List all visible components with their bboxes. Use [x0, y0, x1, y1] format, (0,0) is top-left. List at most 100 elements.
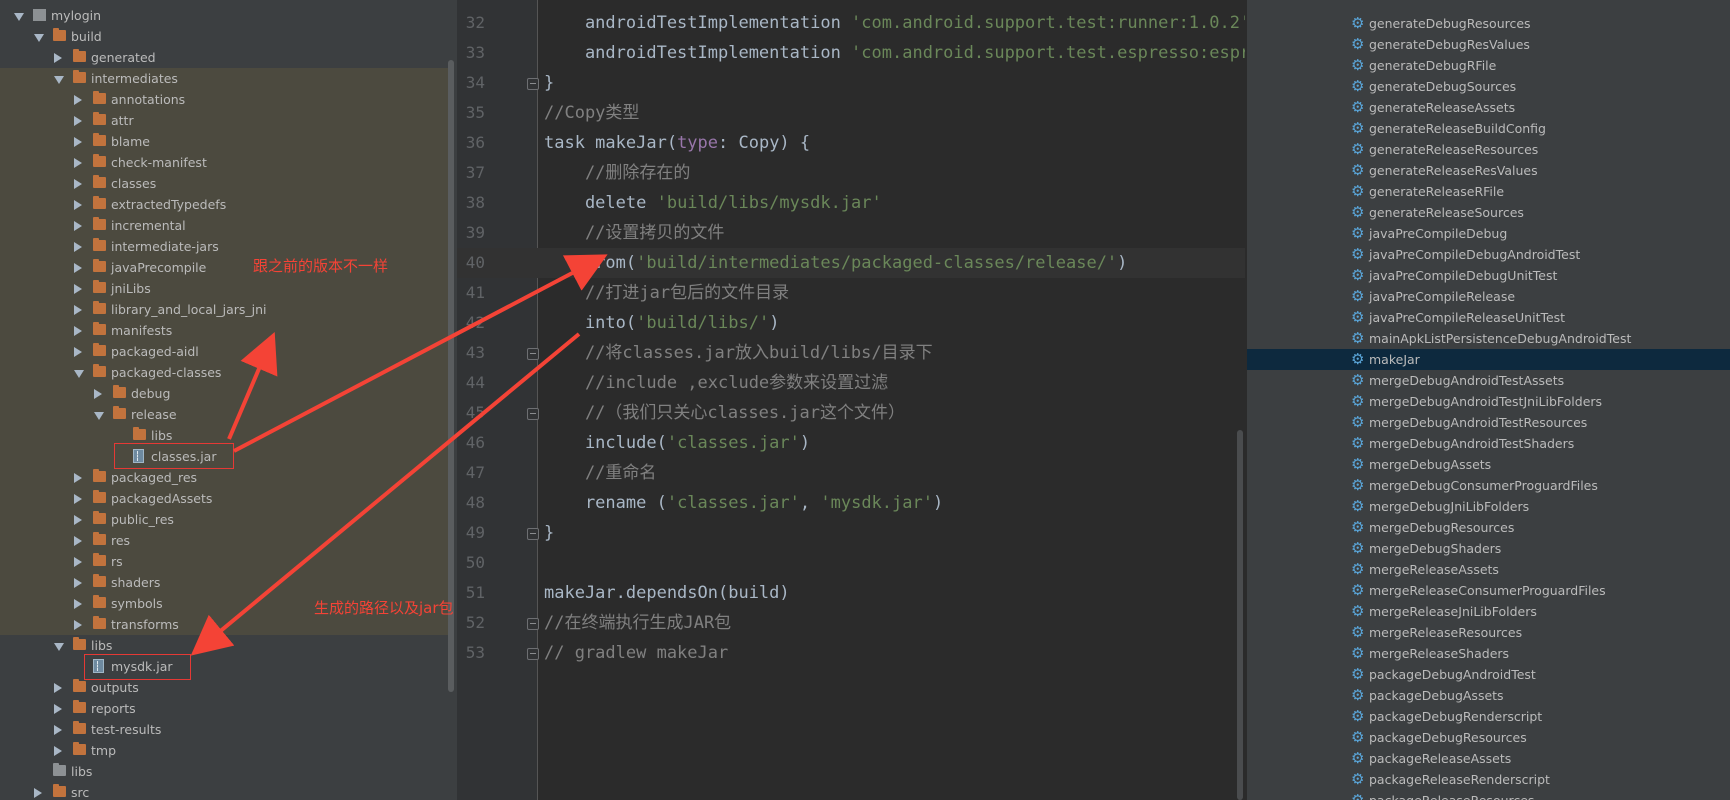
gradle-task-generate-release-res-values[interactable]: ⚙ generateReleaseResValues: [1247, 160, 1730, 181]
gradle-task-package-debug-android-test[interactable]: ⚙ packageDebugAndroidTest: [1247, 664, 1730, 685]
code-line[interactable]: 43 //将classes.jar放入build/libs/目录下: [457, 338, 1245, 368]
chevron-right-icon[interactable]: [74, 242, 82, 252]
code-line[interactable]: 49}: [457, 518, 1245, 548]
chevron-right-icon[interactable]: [74, 200, 82, 210]
tree-item-outputs[interactable]: outputs: [0, 677, 448, 698]
chevron-right-icon[interactable]: [74, 158, 82, 168]
gradle-task-merge-debug-android-test-jni-lib-folders[interactable]: ⚙ mergeDebugAndroidTestJniLibFolders: [1247, 391, 1730, 412]
code-line[interactable]: 51 makeJar.dependsOn(build): [457, 578, 1245, 608]
gradle-task-merge-release-shaders[interactable]: ⚙ mergeReleaseShaders: [1247, 643, 1730, 664]
code-line[interactable]: 47 //重命名: [457, 458, 1245, 488]
code-line[interactable]: 48 rename ('classes.jar', 'mysdk.jar'): [457, 488, 1245, 518]
tree-item-packaged-aidl[interactable]: packaged-aidl: [0, 341, 448, 362]
chevron-right-icon[interactable]: [54, 746, 62, 756]
gradle-task-java-pre-compile-debug[interactable]: ⚙ javaPreCompileDebug: [1247, 223, 1730, 244]
chevron-down-icon[interactable]: [74, 370, 84, 378]
tree-item-extractedtypedefs[interactable]: extractedTypedefs: [0, 194, 448, 215]
chevron-right-icon[interactable]: [74, 515, 82, 525]
gradle-task-package-debug-resources[interactable]: ⚙ packageDebugResources: [1247, 727, 1730, 748]
gradle-task-generate-debug-resources[interactable]: ⚙ generateDebugResources: [1247, 13, 1730, 34]
gradle-task-merge-debug-consumer-proguard-files[interactable]: ⚙ mergeDebugConsumerProguardFiles: [1247, 475, 1730, 496]
gradle-task-generate-debug-res-values[interactable]: ⚙ generateDebugResValues: [1247, 34, 1730, 55]
code-line[interactable]: 40 from('build/intermediates/packaged-cl…: [457, 248, 1245, 278]
tree-item-reports[interactable]: reports: [0, 698, 448, 719]
chevron-right-icon[interactable]: [74, 305, 82, 315]
gradle-task-main-apk-list-persistence-debug-android-test[interactable]: ⚙ mainApkListPersistenceDebugAndroidTest: [1247, 328, 1730, 349]
gradle-task-java-pre-compile-debug-unit-test[interactable]: ⚙ javaPreCompileDebugUnitTest: [1247, 265, 1730, 286]
code-line[interactable]: 33 androidTestImplementation 'com.androi…: [457, 38, 1245, 68]
gradle-task-merge-debug-android-test-shaders[interactable]: ⚙ mergeDebugAndroidTestShaders: [1247, 433, 1730, 454]
chevron-right-icon[interactable]: [74, 326, 82, 336]
tree-item-annotations[interactable]: annotations: [0, 89, 448, 110]
tree-item-test-results[interactable]: test-results: [0, 719, 448, 740]
gradle-task-generate-debug-sources[interactable]: ⚙ generateDebugSources: [1247, 76, 1730, 97]
tree-item-libs[interactable]: libs: [0, 761, 448, 782]
code-line[interactable]: 53 // gradlew makeJar: [457, 638, 1245, 668]
chevron-right-icon[interactable]: [54, 704, 62, 714]
gradle-task-java-pre-compile-release[interactable]: ⚙ javaPreCompileRelease: [1247, 286, 1730, 307]
gradle-task-merge-release-jni-lib-folders[interactable]: ⚙ mergeReleaseJniLibFolders: [1247, 601, 1730, 622]
gradle-task-generate-debug-rfile[interactable]: ⚙ generateDebugRFile: [1247, 55, 1730, 76]
fold-toggle-icon[interactable]: [527, 528, 539, 540]
tree-item-attr[interactable]: attr: [0, 110, 448, 131]
code-line[interactable]: 45 //（我们只关心classes.jar这个文件）: [457, 398, 1245, 428]
gradle-task-merge-debug-assets[interactable]: ⚙ mergeDebugAssets: [1247, 454, 1730, 475]
chevron-right-icon[interactable]: [74, 536, 82, 546]
chevron-right-icon[interactable]: [34, 788, 42, 798]
chevron-right-icon[interactable]: [74, 347, 82, 357]
tree-item-rs[interactable]: rs: [0, 551, 448, 572]
gradle-task-generate-release-sources[interactable]: ⚙ generateReleaseSources: [1247, 202, 1730, 223]
chevron-right-icon[interactable]: [74, 116, 82, 126]
code-editor[interactable]: 32 androidTestImplementation 'com.androi…: [457, 0, 1245, 800]
tree-item-intermediate-jars[interactable]: intermediate-jars: [0, 236, 448, 257]
tree-item-libs[interactable]: libs: [0, 635, 448, 656]
chevron-right-icon[interactable]: [74, 137, 82, 147]
tree-item-packaged-res[interactable]: packaged_res: [0, 467, 448, 488]
fold-toggle-icon[interactable]: [527, 78, 539, 90]
gradle-task-merge-release-consumer-proguard-files[interactable]: ⚙ mergeReleaseConsumerProguardFiles: [1247, 580, 1730, 601]
chevron-right-icon[interactable]: [74, 284, 82, 294]
tree-item-manifests[interactable]: manifests: [0, 320, 448, 341]
tree-item-library-and-local-jars-jni[interactable]: library_and_local_jars_jni: [0, 299, 448, 320]
tree-item-mylogin[interactable]: mylogin: [0, 5, 448, 26]
tree-item-check-manifest[interactable]: check-manifest: [0, 152, 448, 173]
chevron-right-icon[interactable]: [54, 53, 62, 63]
gradle-task-generate-release-rfile[interactable]: ⚙ generateReleaseRFile: [1247, 181, 1730, 202]
tree-item-intermediates[interactable]: intermediates: [0, 68, 448, 89]
gradle-task-merge-release-assets[interactable]: ⚙ mergeReleaseAssets: [1247, 559, 1730, 580]
code-line[interactable]: 35 //Copy类型: [457, 98, 1245, 128]
chevron-right-icon[interactable]: [74, 95, 82, 105]
chevron-down-icon[interactable]: [54, 643, 64, 651]
gradle-task-merge-release-resources[interactable]: ⚙ mergeReleaseResources: [1247, 622, 1730, 643]
gradle-task-package-release-renderscript[interactable]: ⚙ packageReleaseRenderscript: [1247, 769, 1730, 790]
code-line[interactable]: 34}: [457, 68, 1245, 98]
gradle-task-generate-release-build-config[interactable]: ⚙ generateReleaseBuildConfig: [1247, 118, 1730, 139]
gradle-task-package-debug-assets[interactable]: ⚙ packageDebugAssets: [1247, 685, 1730, 706]
tree-item-blame[interactable]: blame: [0, 131, 448, 152]
chevron-right-icon[interactable]: [74, 557, 82, 567]
chevron-right-icon[interactable]: [74, 263, 82, 273]
chevron-down-icon[interactable]: [54, 76, 64, 84]
gradle-task-generate-release-resources[interactable]: ⚙ generateReleaseResources: [1247, 139, 1730, 160]
code-line[interactable]: 37 //删除存在的: [457, 158, 1245, 188]
fold-toggle-icon[interactable]: [527, 618, 539, 630]
gradle-task-make-jar[interactable]: ⚙ makeJar: [1247, 349, 1730, 370]
code-line[interactable]: 42 into('build/libs/'): [457, 308, 1245, 338]
gradle-task-package-release-assets[interactable]: ⚙ packageReleaseAssets: [1247, 748, 1730, 769]
tree-item-build[interactable]: build: [0, 26, 448, 47]
chevron-right-icon[interactable]: [74, 494, 82, 504]
chevron-right-icon[interactable]: [54, 725, 62, 735]
fold-toggle-icon[interactable]: [527, 408, 539, 420]
code-line[interactable]: 39 //设置拷贝的文件: [457, 218, 1245, 248]
chevron-right-icon[interactable]: [74, 599, 82, 609]
tree-item-shaders[interactable]: shaders: [0, 572, 448, 593]
tree-item-tmp[interactable]: tmp: [0, 740, 448, 761]
chevron-right-icon[interactable]: [74, 473, 82, 483]
tree-item-debug[interactable]: debug: [0, 383, 448, 404]
code-line[interactable]: 32 androidTestImplementation 'com.androi…: [457, 8, 1245, 38]
tree-item-incremental[interactable]: incremental: [0, 215, 448, 236]
tree-item-classes[interactable]: classes: [0, 173, 448, 194]
tree-item-res[interactable]: res: [0, 530, 448, 551]
chevron-down-icon[interactable]: [34, 34, 44, 42]
gradle-task-java-pre-compile-debug-android-test[interactable]: ⚙ javaPreCompileDebugAndroidTest: [1247, 244, 1730, 265]
